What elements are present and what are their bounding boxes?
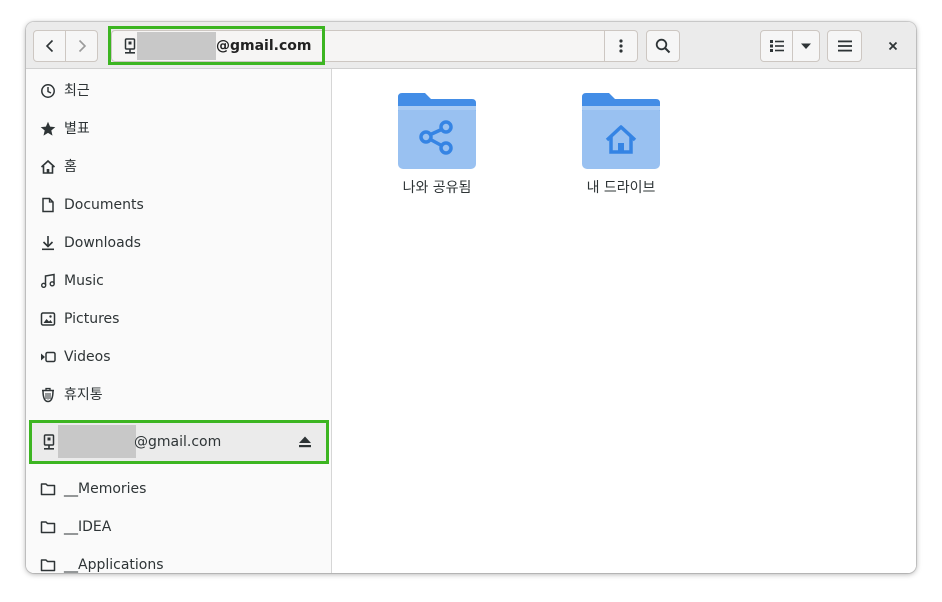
picture-icon — [40, 312, 56, 326]
folder-icon — [40, 483, 56, 496]
sidebar-item-starred[interactable]: 별표 — [26, 110, 331, 148]
chevron-right-icon — [78, 39, 86, 53]
sidebar-item-label: Pictures — [64, 311, 120, 327]
trash-icon — [42, 387, 54, 403]
document-icon — [42, 197, 54, 213]
sidebar-bookmark-idea[interactable]: __IDEA — [26, 508, 331, 546]
chevron-left-icon — [45, 39, 53, 53]
file-item-shared-with-me[interactable]: 나와 공유됨 — [377, 91, 497, 211]
file-view: 나와 공유됨 내 드라이브 — [332, 69, 916, 573]
back-button[interactable] — [33, 30, 66, 62]
recent-icon — [41, 84, 55, 98]
sidebar-item-label: 홈 — [64, 159, 77, 175]
sidebar-item-recent[interactable]: 최근 — [26, 72, 331, 110]
sidebar-item-label: 휴지통 — [64, 387, 103, 403]
file-item-my-drive[interactable]: 내 드라이브 — [561, 91, 681, 211]
sidebar-item-videos[interactable]: Videos — [26, 338, 331, 376]
sidebar-item-downloads[interactable]: Downloads — [26, 224, 331, 262]
main-menu-button[interactable] — [827, 30, 862, 62]
file-manager-window: @gmail.com 최근 별표 홈 Documents Downloads M… — [26, 22, 916, 573]
sidebar-item-label: Music — [64, 273, 104, 289]
sidebar-item-music[interactable]: Music — [26, 262, 331, 300]
sidebar: 최근 별표 홈 Documents Downloads Music Pictur… — [26, 69, 332, 573]
sidebar-item-label: Videos — [64, 349, 111, 365]
folder-icon — [40, 559, 56, 572]
sidebar-item-pictures[interactable]: Pictures — [26, 300, 331, 338]
file-name: 나와 공유됨 — [402, 180, 472, 196]
path-highlight-box — [108, 26, 325, 65]
view-options-dropdown[interactable] — [792, 30, 820, 62]
home-folder-icon — [582, 93, 660, 169]
sidebar-item-home[interactable]: 홈 — [26, 148, 331, 186]
path-menu-button[interactable] — [604, 30, 638, 62]
redacted-region — [58, 425, 136, 458]
file-name: 내 드라이브 — [586, 180, 656, 196]
sidebar-item-google-account[interactable]: @gmail.com — [29, 420, 329, 464]
close-icon — [888, 41, 898, 51]
folder-icon — [40, 521, 56, 534]
sidebar-item-label: Downloads — [64, 235, 141, 251]
hamburger-icon — [837, 40, 852, 52]
shared-folder-icon — [398, 93, 476, 169]
sidebar-item-label: @gmail.com — [134, 434, 222, 450]
sidebar-item-label: 별표 — [64, 121, 90, 137]
forward-button[interactable] — [65, 30, 98, 62]
network-drive-icon — [43, 434, 55, 450]
sidebar-item-documents[interactable]: Documents — [26, 186, 331, 224]
star-icon — [40, 121, 56, 136]
search-icon — [655, 38, 671, 54]
sidebar-item-label: __IDEA — [64, 519, 112, 535]
download-icon — [42, 236, 54, 251]
triangle-down-icon — [801, 43, 811, 49]
list-view-icon — [769, 40, 784, 52]
sidebar-bookmark-memories[interactable]: __Memories — [26, 470, 331, 508]
sidebar-bookmark-applications[interactable]: __Applications — [26, 546, 331, 573]
home-icon — [40, 159, 56, 174]
sidebar-item-trash[interactable]: 휴지통 — [26, 376, 331, 414]
sidebar-item-label: __Applications — [64, 557, 164, 573]
list-view-button[interactable] — [760, 30, 793, 62]
sidebar-item-label: Documents — [64, 197, 144, 213]
headerbar: @gmail.com — [26, 22, 916, 69]
music-icon — [41, 273, 55, 289]
close-button[interactable] — [878, 30, 908, 62]
eject-icon[interactable] — [298, 435, 312, 449]
search-button[interactable] — [646, 30, 680, 62]
sidebar-item-label: 최근 — [64, 83, 90, 99]
vertical-dots-icon — [619, 39, 623, 53]
sidebar-item-label: __Memories — [64, 481, 147, 497]
video-icon — [41, 351, 56, 363]
